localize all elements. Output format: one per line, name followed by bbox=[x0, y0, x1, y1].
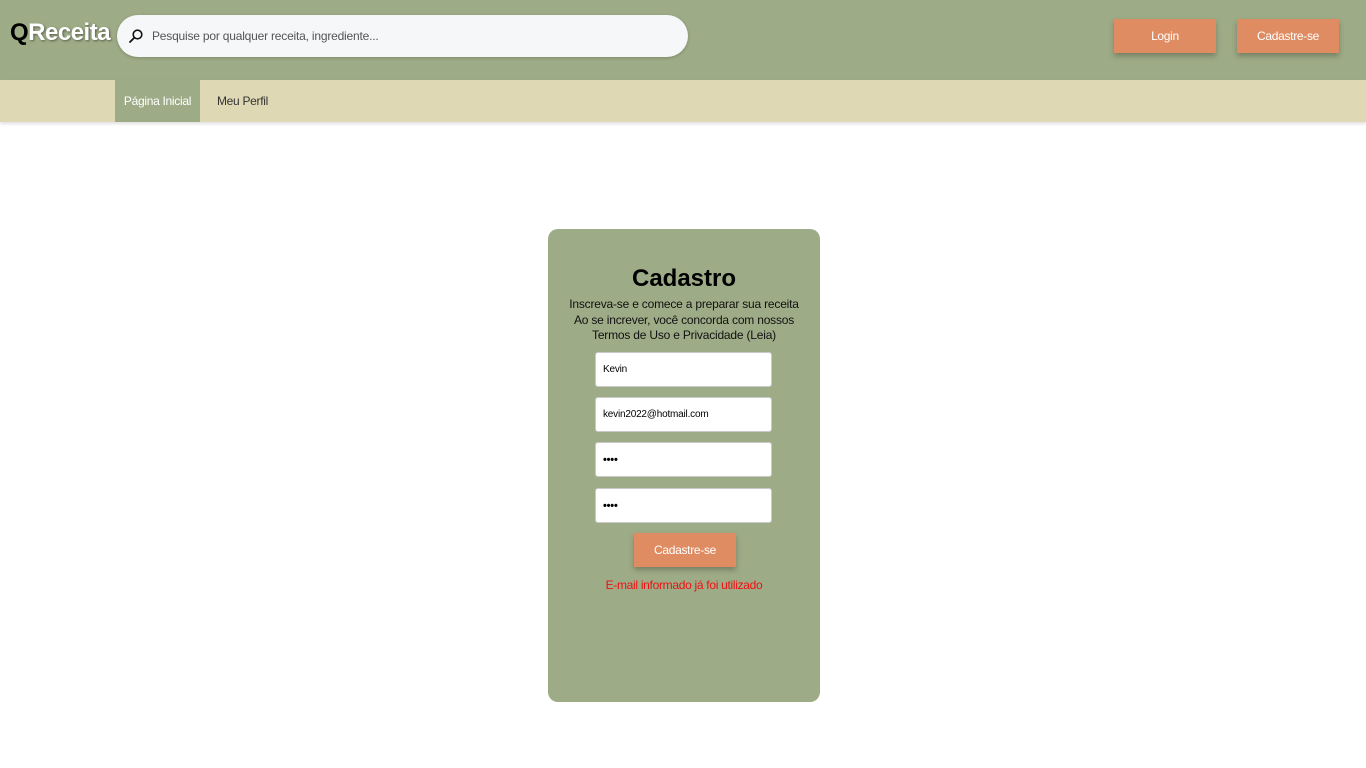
nav-item-home[interactable]: Página Inicial bbox=[115, 80, 200, 122]
signup-header-button[interactable]: Cadastre-se bbox=[1237, 19, 1339, 53]
logo-q: Q bbox=[10, 19, 29, 46]
logo[interactable]: Q Receita bbox=[10, 19, 111, 53]
login-button[interactable]: Login bbox=[1114, 19, 1216, 53]
name-field[interactable] bbox=[595, 352, 772, 387]
signup-card: Cadastro Inscreva-se e comece a preparar… bbox=[548, 229, 820, 702]
nav-bar: Página Inicial Meu Perfil bbox=[0, 80, 1366, 122]
nav-item-profile[interactable]: Meu Perfil bbox=[205, 80, 280, 122]
header-bar: Q Receita Login Cadastre-se bbox=[0, 0, 1366, 80]
signup-submit-button[interactable]: Cadastre-se bbox=[634, 533, 736, 567]
email-field[interactable] bbox=[595, 397, 772, 432]
signup-subtitle-line-3: Termos de Uso e Privacidade (Leia) bbox=[592, 328, 776, 342]
error-message: E-mail informado já foi utilizado bbox=[605, 578, 763, 592]
search-input[interactable] bbox=[152, 29, 672, 43]
search-icon[interactable] bbox=[127, 27, 145, 45]
password-field[interactable] bbox=[595, 442, 772, 477]
search-bar bbox=[117, 15, 688, 57]
confirm-password-field[interactable] bbox=[595, 488, 772, 523]
signup-title: Cadastro bbox=[631, 265, 737, 292]
signup-subtitle-line-2: Ao se increver, você concorda com nossos bbox=[573, 313, 795, 327]
signup-subtitle-line-1: Inscreva-se e comece a preparar sua rece… bbox=[569, 297, 799, 311]
logo-text: Receita bbox=[28, 19, 111, 46]
